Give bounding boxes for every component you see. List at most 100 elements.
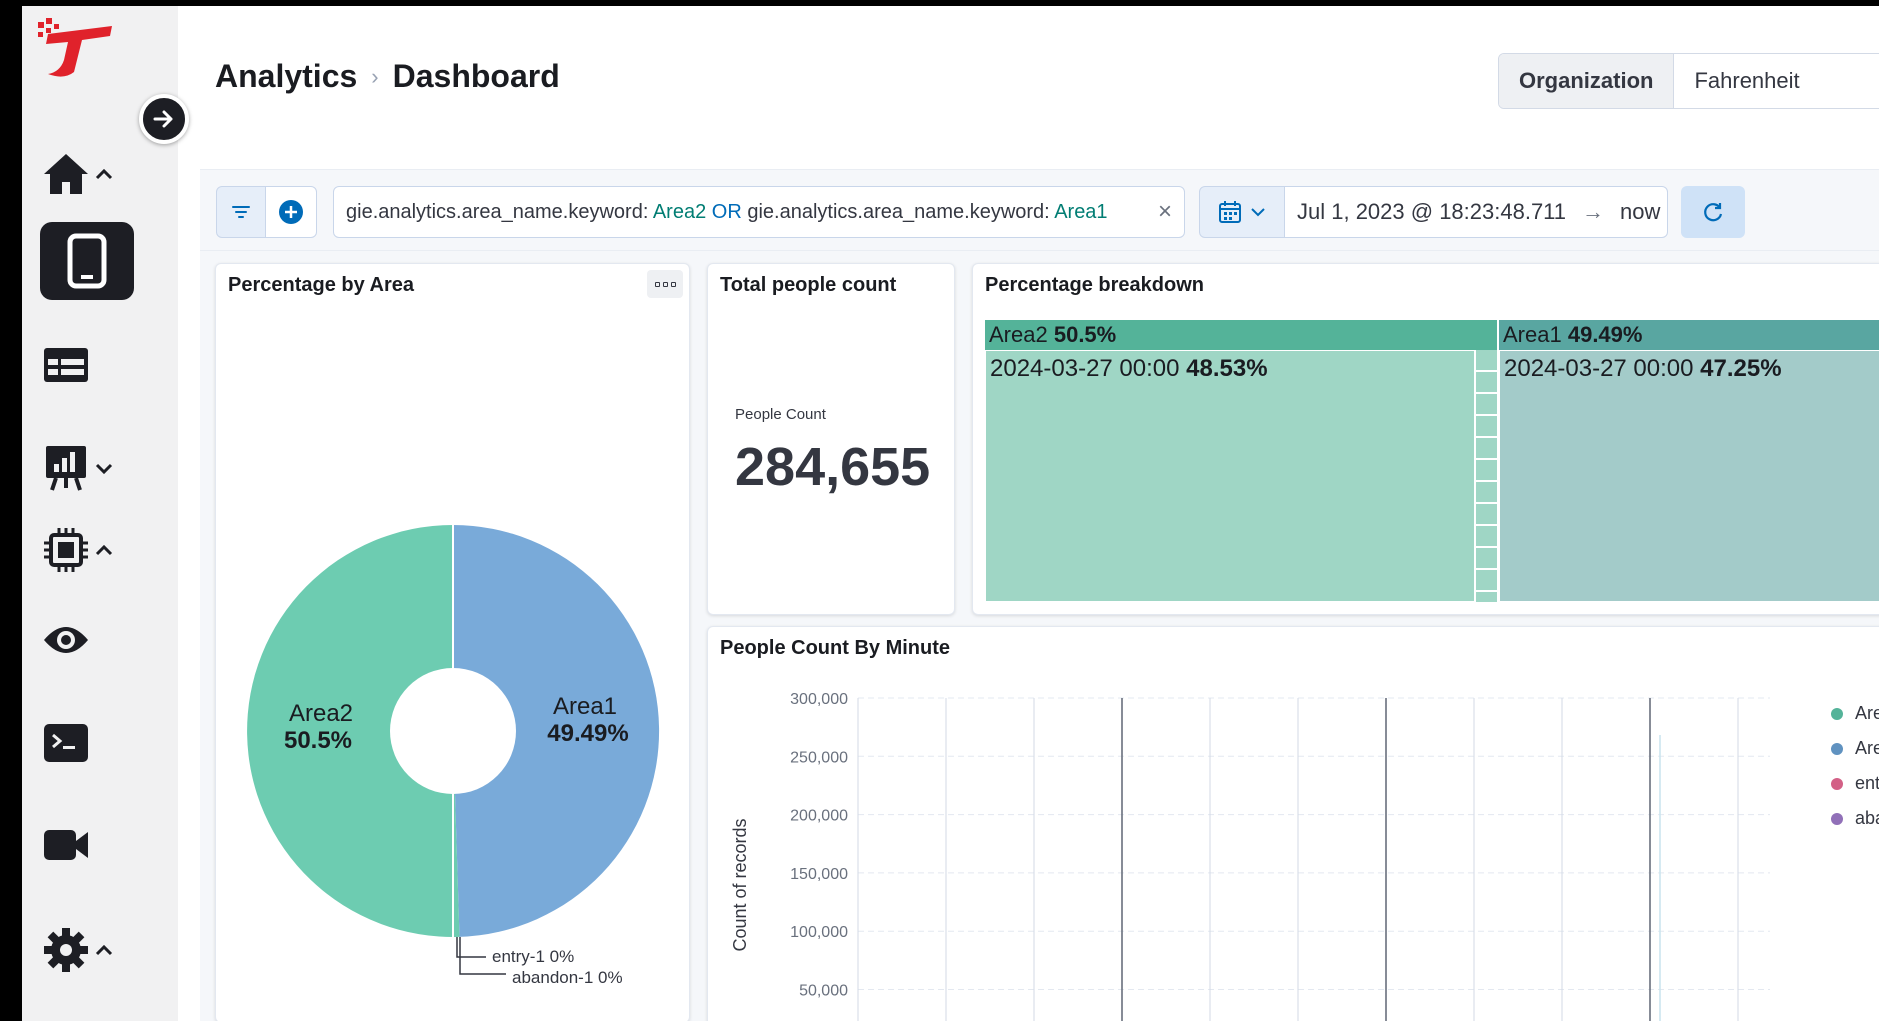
chip-icon xyxy=(44,528,88,572)
brand-logo[interactable] xyxy=(34,14,114,84)
treemap-group-pct: 50.5% xyxy=(1053,322,1117,347)
panel-title: Percentage by Area xyxy=(228,274,415,296)
date-range[interactable]: Jul 1, 2023 @ 18:23:48.711 → now xyxy=(1284,186,1668,238)
sidebar-item-processors[interactable] xyxy=(42,526,114,574)
slice-label-area2: Area2 xyxy=(289,700,353,727)
breadcrumb-analytics[interactable]: Analytics xyxy=(215,58,357,95)
slice-label-entry: entry-1 0% xyxy=(492,947,574,966)
filter-options-button[interactable] xyxy=(216,186,266,238)
sidebar-item-home[interactable] xyxy=(42,152,114,196)
y-tick-label: 150,000 xyxy=(790,866,848,883)
chevron-down-icon xyxy=(1251,208,1265,217)
treemap-cell-label: 2024-03-27 00:00 xyxy=(990,355,1180,382)
video-camera-icon xyxy=(44,830,88,860)
treemap-cell-area2[interactable]: 2024-03-27 00:00 48.53% xyxy=(985,350,1475,602)
panel-title: Percentage breakdown xyxy=(985,274,1204,296)
treemap-group-name: Area1 xyxy=(1503,322,1562,347)
treemap-group-pct: 49.49% xyxy=(1567,322,1643,347)
sidebar-item-monitor[interactable] xyxy=(42,620,90,660)
arrow-right-icon xyxy=(153,110,173,128)
line-chart: Count of records 300,000 250,000 200,000 15… xyxy=(730,691,1770,1021)
query-value-1: Area2 xyxy=(652,201,707,223)
sidebar-item-table[interactable] xyxy=(42,346,90,384)
sidebar-item-settings[interactable] xyxy=(42,926,114,974)
y-axis-label: Count of records xyxy=(730,818,750,951)
date-quick-menu-button[interactable] xyxy=(1199,186,1285,238)
filter-icon xyxy=(232,206,250,218)
treemap-cell-area1[interactable]: 2024-03-27 00:00 47.25% xyxy=(1499,350,1879,602)
sidebar-item-reports[interactable] xyxy=(42,444,114,492)
organization-label: Organization xyxy=(1499,54,1675,108)
terminal-icon xyxy=(44,724,88,762)
treemap-cell-pct: 47.25% xyxy=(1700,355,1782,382)
panel-options-button[interactable] xyxy=(647,270,683,298)
metric-value: 284,655 xyxy=(735,437,931,497)
leader-line-entry xyxy=(456,937,486,958)
treemap-small-cells-area2[interactable] xyxy=(1475,350,1497,602)
y-axis: 300,000 250,000 200,000 150,000 100,000 50,00… xyxy=(790,691,848,1000)
slice-pct-area2: 50.5% xyxy=(284,727,352,754)
chevron-down-icon xyxy=(95,463,113,475)
sidebar-item-devices[interactable] xyxy=(40,222,134,300)
legend-label: Area xyxy=(1855,703,1879,723)
calendar-icon xyxy=(1219,201,1241,223)
gear-icon xyxy=(44,928,88,972)
query-field-2: gie.analytics.area_name.keyword: xyxy=(747,201,1050,223)
date-range-arrow-icon: → xyxy=(1582,199,1605,224)
page-title: Dashboard xyxy=(392,58,560,94)
clear-query-icon[interactable]: × xyxy=(1158,187,1172,237)
panel-people-count-by-minute: People Count By Minute Count of records … xyxy=(707,626,1879,1021)
legend-label: entr xyxy=(1855,773,1879,793)
query-input[interactable]: gie.analytics.area_name.keyword: Area2 O… xyxy=(333,186,1185,238)
y-tick-label: 100,000 xyxy=(790,924,848,941)
organization-selector[interactable]: Organization Fahrenheit xyxy=(1498,53,1879,109)
date-end[interactable]: now xyxy=(1620,199,1660,224)
eye-icon xyxy=(44,627,88,653)
grid xyxy=(857,697,1770,1021)
query-value-2: Area1 xyxy=(1054,201,1108,223)
treemap-group-name: Area2 xyxy=(989,322,1048,347)
panel-total-people-count: Total people count People Count 284,655 xyxy=(707,263,955,615)
sidebar xyxy=(22,6,189,1021)
y-tick-label: 300,000 xyxy=(790,691,848,708)
legend-dot xyxy=(1831,777,1843,790)
date-start[interactable]: Jul 1, 2023 @ 18:23:48.711 xyxy=(1297,199,1566,224)
add-filter-button[interactable] xyxy=(265,186,317,238)
legend-item-area1[interactable]: Area xyxy=(1831,738,1879,759)
y-tick-label: 50,000 xyxy=(799,983,848,1000)
refresh-button[interactable] xyxy=(1681,186,1745,238)
panel-title: Total people count xyxy=(720,274,897,296)
organization-value[interactable]: Fahrenheit xyxy=(1674,54,1879,108)
slice-label-abandon: abandon-1 0% xyxy=(512,968,623,987)
expand-sidebar-button[interactable] xyxy=(139,94,189,144)
slice-pct-area1: 49.49% xyxy=(547,720,628,747)
legend-item-area2[interactable]: Area xyxy=(1831,703,1879,724)
legend-dot xyxy=(1831,707,1843,720)
donut-chart: Area2 50.5% Area1 49.49% entry-1 0% aban… xyxy=(247,525,660,987)
panel-percentage-breakdown: Percentage breakdown Area2 50.5% 2024-03… xyxy=(972,263,1879,615)
legend-label: Area xyxy=(1855,738,1879,758)
sidebar-item-video[interactable] xyxy=(42,826,90,864)
slice-label-area1: Area1 xyxy=(553,693,617,720)
metric-label: People Count xyxy=(735,406,826,423)
table-icon xyxy=(44,348,88,382)
treemap-group-area1[interactable]: Area1 49.49% xyxy=(1499,320,1879,350)
plus-circle-icon xyxy=(279,200,303,224)
app-window: Analytics › Dashboard Organization Fahre… xyxy=(22,6,1879,1021)
home-icon xyxy=(44,154,88,194)
panel-title: People Count By Minute xyxy=(720,637,950,659)
treemap-cell-label: 2024-03-27 00:00 xyxy=(1504,355,1694,382)
breadcrumb: Analytics › Dashboard xyxy=(215,58,560,95)
legend-item-entry[interactable]: entr xyxy=(1831,773,1879,794)
query-field-1: gie.analytics.area_name.keyword: xyxy=(346,201,649,223)
query-operator: OR xyxy=(711,201,742,223)
legend-dot xyxy=(1831,812,1843,825)
sidebar-item-terminal[interactable] xyxy=(42,722,90,764)
tablet-icon xyxy=(67,233,107,289)
treemap-group-area2[interactable]: Area2 50.5% xyxy=(985,320,1497,350)
legend-label: aba xyxy=(1855,808,1879,828)
chevron-up-icon xyxy=(95,168,113,180)
legend-item-abandon[interactable]: aba xyxy=(1831,808,1879,829)
chevron-up-icon xyxy=(95,944,113,956)
y-tick-label: 200,000 xyxy=(790,808,848,825)
